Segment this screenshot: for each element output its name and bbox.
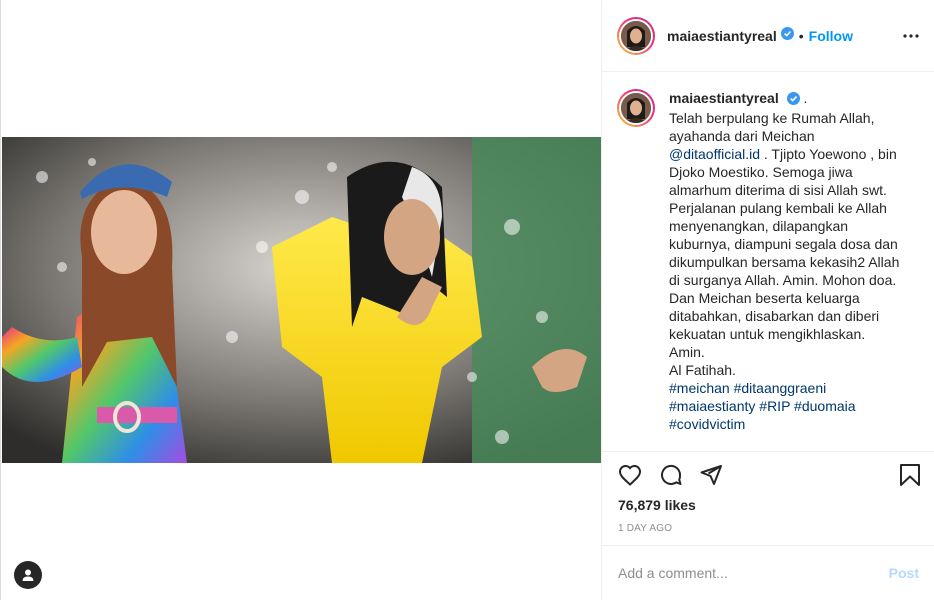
avatar-image bbox=[621, 93, 651, 123]
caption-line: Dan Meichan beserta keluarga bbox=[669, 290, 860, 306]
header-dot-separator: • bbox=[798, 27, 804, 44]
avatar-image bbox=[621, 20, 651, 51]
more-options-button[interactable] bbox=[901, 26, 921, 46]
caption-line: Amin. bbox=[669, 344, 705, 360]
caption-line: di surganya Allah. Amin. Mohon doa. bbox=[669, 272, 897, 288]
comment-input[interactable] bbox=[618, 565, 889, 581]
verified-badge-icon bbox=[786, 91, 800, 109]
caption-line: kuburnya, diampuni segala dosa dan bbox=[669, 236, 898, 252]
caption-line: kekuatan untuk mengikhlaskan. bbox=[669, 326, 866, 342]
caption-line: almarhum diterima di sisi Allah swt. bbox=[669, 182, 887, 198]
header-username[interactable]: maiaestiantyreal bbox=[667, 28, 777, 44]
heart-icon bbox=[618, 464, 642, 486]
caption-avatar[interactable] bbox=[617, 89, 655, 127]
post-media-pane bbox=[0, 0, 602, 600]
like-button[interactable] bbox=[617, 462, 643, 488]
follow-button[interactable]: Follow bbox=[809, 28, 853, 44]
caption-line: Perjalanan pulang kembali ke Allah bbox=[669, 200, 887, 216]
post-header: maiaestiantyreal • Follow bbox=[602, 0, 934, 72]
post-actions: 76,879 likes 1 DAY AGO bbox=[602, 451, 934, 543]
hashtag-link[interactable]: #duomaia bbox=[794, 398, 856, 414]
caption-line: Telah berpulang ke Rumah Allah, bbox=[669, 110, 875, 126]
caption-trailing: . bbox=[803, 90, 808, 106]
caption-text-after-mention: . Tjipto Yoewono , bin bbox=[760, 146, 897, 162]
hashtag-link[interactable]: #maiaestianty bbox=[669, 398, 755, 414]
caption-line: dikumpulkan bersama kekasih2 Allah bbox=[669, 254, 900, 270]
post-timestamp[interactable]: 1 DAY AGO bbox=[618, 523, 672, 534]
hashtag-link[interactable]: #meichan bbox=[669, 380, 730, 396]
avatar[interactable] bbox=[617, 16, 655, 55]
save-button[interactable] bbox=[897, 462, 923, 488]
post-comment-button[interactable]: Post bbox=[889, 565, 919, 581]
caption-line: menyenangkan, dilapangkan bbox=[669, 218, 849, 234]
post-photo[interactable] bbox=[2, 137, 602, 463]
comments-section: maiaestiantyreal . Telah berpulang ke Ru… bbox=[602, 73, 934, 451]
share-button[interactable] bbox=[698, 462, 724, 488]
share-icon bbox=[700, 465, 722, 485]
comment-icon bbox=[661, 464, 682, 485]
mention-link[interactable]: @ditaofficial.id bbox=[669, 146, 760, 162]
caption-line: ditabahkan, disabarkan dan diberi bbox=[669, 308, 880, 324]
comment-button[interactable] bbox=[658, 462, 684, 488]
hashtag-link[interactable]: #ditaanggraeni bbox=[734, 380, 827, 396]
caption-line: Djoko Moestiko. Semoga jiwa bbox=[669, 164, 853, 180]
caption-line: ayahanda dari Meichan bbox=[669, 128, 815, 144]
verified-badge-icon bbox=[780, 26, 794, 45]
more-horizontal-icon bbox=[903, 34, 919, 38]
post-side-panel: maiaestiantyreal • Follow maiaestiantyre… bbox=[601, 0, 934, 600]
hashtag-link[interactable]: #covidvictim bbox=[669, 416, 745, 432]
caption-line: Al Fatihah. bbox=[669, 362, 736, 378]
caption-text: maiaestiantyreal . Telah berpulang ke Ru… bbox=[669, 89, 919, 433]
likes-count[interactable]: 76,879 likes bbox=[618, 497, 696, 513]
caption-username[interactable]: maiaestiantyreal bbox=[669, 90, 779, 106]
caption: maiaestiantyreal . Telah berpulang ke Ru… bbox=[617, 89, 919, 433]
post-photo-image bbox=[2, 137, 602, 463]
bookmark-icon bbox=[900, 464, 920, 486]
user-icon bbox=[22, 569, 34, 581]
hashtag-link[interactable]: #RIP bbox=[759, 398, 790, 414]
comment-form: Post bbox=[602, 545, 934, 600]
tagged-users-button[interactable] bbox=[14, 561, 42, 589]
